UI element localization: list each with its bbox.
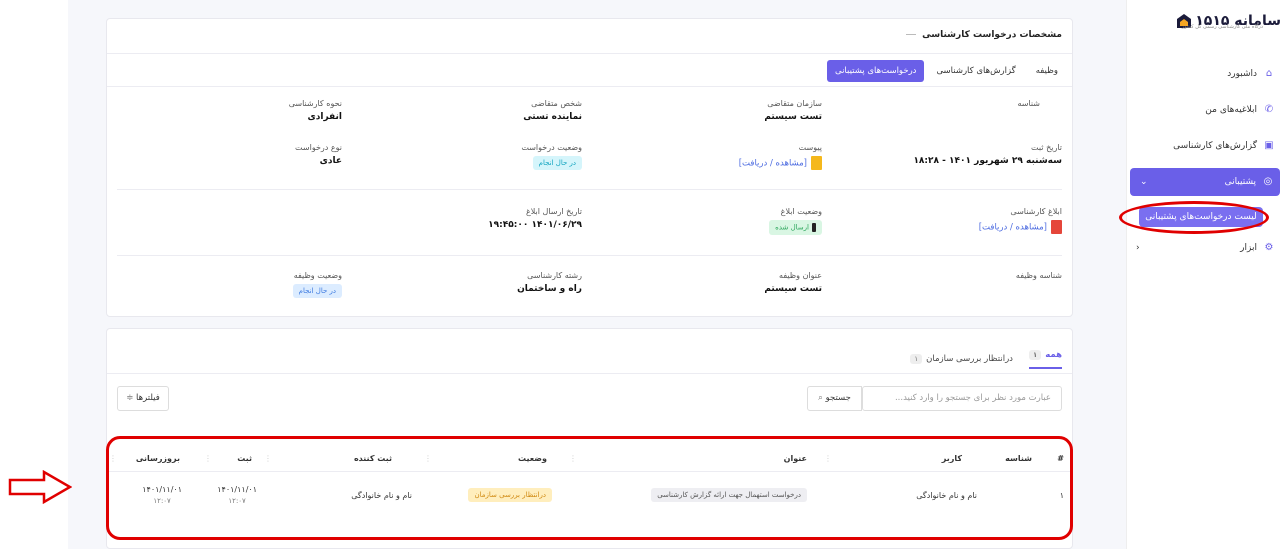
list-tabs: همه ۱ درانتظار بررسی سازمان ۱ bbox=[910, 349, 1062, 369]
field-task-status: وضعیت وظیفه در حال انجام bbox=[292, 271, 342, 298]
sidebar-item-tools[interactable]: ⚙ ابزار ‹ bbox=[1126, 234, 1287, 262]
notice-link[interactable]: [مشاهده / دریافت] bbox=[979, 223, 1047, 233]
field-notice: ابلاغ کارشناسی [مشاهده / دریافت] bbox=[978, 207, 1062, 234]
phone-icon bbox=[812, 223, 816, 232]
field-method: نحوه کارشناسی انفرادی bbox=[288, 99, 342, 122]
brand-subtitle: درگاه ملی کارشناسی رسمی کل کشور bbox=[1181, 24, 1263, 30]
pdf-icon bbox=[1051, 220, 1062, 234]
field-expertise: رشته کارشناسی راه و ساختمان bbox=[517, 271, 582, 294]
count-badge: ۱ bbox=[910, 354, 923, 364]
card-title: مشخصات درخواست کارشناسی bbox=[906, 30, 1062, 40]
tab-all[interactable]: همه ۱ bbox=[1028, 349, 1062, 369]
field-req-status: وضعیت درخواست در حال انجام bbox=[521, 143, 582, 170]
status-badge: در حال انجام bbox=[532, 156, 582, 170]
home-icon: ⌂ bbox=[1265, 68, 1273, 79]
field-id: شناسه bbox=[1017, 99, 1040, 108]
report-icon: ▣ bbox=[1264, 140, 1274, 151]
support-icon: ◎ bbox=[1263, 176, 1273, 187]
divider bbox=[107, 53, 1072, 54]
divider bbox=[117, 189, 1062, 190]
sidebar-item-label: گزارش‌های کارشناسی bbox=[1173, 141, 1257, 151]
tab-pending[interactable]: درانتظار بررسی سازمان ۱ bbox=[910, 349, 1013, 369]
request-details-card: مشخصات درخواست کارشناسی وظیفه گزارش‌های … bbox=[106, 18, 1073, 317]
sidebar-item-support[interactable]: ◎ پشتیبانی ⌄ bbox=[1130, 168, 1280, 196]
tab-support-requests[interactable]: درخواست‌های پشتیبانی bbox=[826, 60, 925, 82]
brand-logo[interactable]: سامانه ۱۵۱۵ bbox=[1176, 6, 1281, 36]
left-margin bbox=[0, 0, 68, 549]
divider bbox=[107, 373, 1072, 374]
sidebar-nav: ⌂ داشبورد ✆ ابلاغیه‌های من ▣ گزارش‌های ک… bbox=[1126, 60, 1287, 270]
highlight-rectangle bbox=[106, 436, 1073, 540]
file-icon bbox=[811, 156, 822, 170]
status-badge: ارسال شده bbox=[769, 220, 822, 235]
sidebar-item-dashboard[interactable]: ⌂ داشبورد bbox=[1126, 60, 1287, 88]
field-attachment: پیوست [مشاهده / دریافت] bbox=[738, 143, 822, 170]
field-notice-date: تاریخ ارسال ابلاغ ۱۴۰۱/۰۶/۲۹ ۱۹:۴۵:۰۰ bbox=[488, 207, 582, 230]
tab-reports[interactable]: گزارش‌های کارشناسی bbox=[928, 60, 1023, 82]
field-task-title: عنوان وظیفه تست سیستم bbox=[764, 271, 822, 294]
filter-button[interactable]: فیلترها ≑ bbox=[117, 386, 169, 411]
divider bbox=[107, 86, 1072, 87]
arrow-right-icon bbox=[8, 470, 72, 504]
search-input[interactable]: عبارت مورد نظر برای جستجو را وارد کنید..… bbox=[862, 386, 1062, 411]
field-notice-status: وضعیت ابلاغ ارسال شده bbox=[769, 207, 822, 235]
sidebar: سامانه ۱۵۱۵ درگاه ملی کارشناسی رسمی کل ک… bbox=[1126, 0, 1287, 549]
search-button[interactable]: جستجو ⌕ bbox=[807, 386, 862, 411]
search-icon: ⌕ bbox=[818, 393, 823, 403]
tab-task[interactable]: وظیفه bbox=[1028, 60, 1066, 82]
divider bbox=[117, 255, 1062, 256]
field-reg-date: تاریخ ثبت سه‌شنبه ۲۹ شهریور ۱۴۰۱ - ۱۸:۲۸ bbox=[913, 143, 1062, 166]
tools-icon: ⚙ bbox=[1264, 242, 1274, 253]
count-badge: ۱ bbox=[1028, 350, 1042, 360]
details-tabs: وظیفه گزارش‌های کارشناسی درخواست‌های پشت… bbox=[826, 60, 1066, 82]
status-badge: در حال انجام bbox=[292, 284, 342, 298]
field-task-id: شناسه وظیفه bbox=[1015, 271, 1062, 280]
sidebar-item-label: ابلاغیه‌های من bbox=[1205, 105, 1257, 115]
sliders-icon: ≑ bbox=[126, 393, 134, 403]
chevron-left-icon: ‹ bbox=[1136, 243, 1140, 253]
sidebar-item-label: پشتیبانی bbox=[1224, 177, 1256, 187]
chevron-down-icon: ⌄ bbox=[1140, 177, 1148, 187]
sidebar-item-label: داشبورد bbox=[1227, 69, 1257, 79]
field-org: سازمان متقاضی تست سیستم bbox=[764, 99, 822, 122]
highlight-ellipse bbox=[1119, 201, 1269, 234]
megaphone-icon: ✆ bbox=[1264, 104, 1274, 115]
sidebar-item-label: ابزار bbox=[1240, 243, 1257, 253]
field-req-type: نوع درخواست عادی bbox=[295, 143, 342, 166]
sidebar-item-reports[interactable]: ▣ گزارش‌های کارشناسی bbox=[1126, 132, 1287, 160]
field-person: شخص متقاضی نماینده تستی bbox=[523, 99, 582, 122]
sidebar-item-notices[interactable]: ✆ ابلاغیه‌های من bbox=[1126, 96, 1287, 124]
attachment-link[interactable]: [مشاهده / دریافت] bbox=[739, 159, 807, 169]
